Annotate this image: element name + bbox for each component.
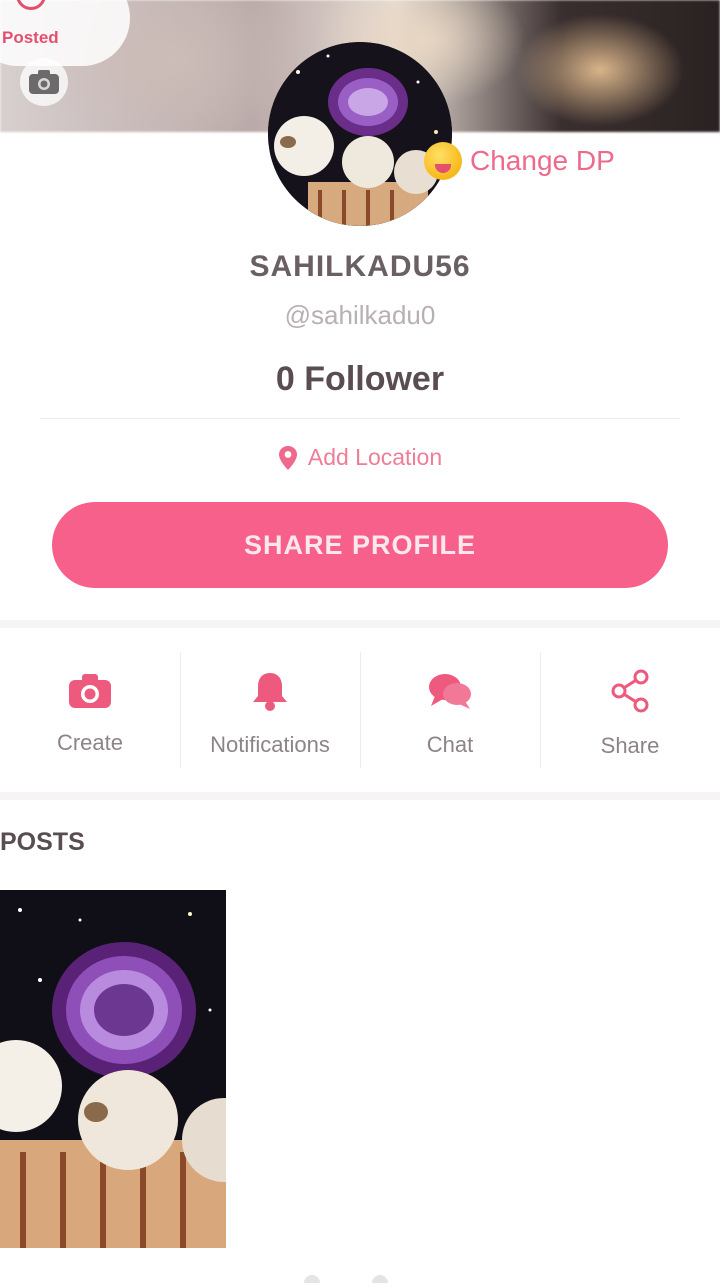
notifications-label: Notifications	[210, 732, 330, 757]
actions-row: Create Notifications Chat Share	[0, 634, 720, 794]
bell-icon	[253, 673, 287, 711]
change-dp-button[interactable]: Change DP	[424, 142, 615, 180]
share-profile-button[interactable]: SHARE PROFILE	[52, 502, 668, 588]
emoji-icon	[424, 142, 462, 180]
share-icon	[611, 669, 649, 713]
chat-bubbles-icon	[429, 674, 471, 709]
profile-avatar[interactable]	[268, 42, 452, 226]
display-name: SAHILKADU56	[249, 250, 471, 283]
section-divider	[0, 792, 720, 800]
posts-section-title: POSTS	[0, 828, 85, 856]
section-divider	[0, 620, 720, 628]
chat-label: Chat	[426, 732, 474, 757]
camera-icon	[69, 674, 111, 708]
location-pin-icon	[278, 445, 297, 470]
notifications-button[interactable]: Notifications	[180, 634, 360, 794]
add-location-label: Add Location	[307, 444, 443, 470]
share-label: Share	[600, 733, 660, 758]
chat-button[interactable]: Chat	[360, 634, 540, 794]
camera-icon	[29, 70, 59, 94]
user-handle: @sahilkadu0	[284, 300, 436, 330]
change-dp-label: Change DP	[470, 145, 615, 176]
follower-count[interactable]: 0 Follower	[0, 360, 720, 399]
create-button[interactable]: Create	[0, 634, 180, 794]
page-indicator	[300, 1270, 420, 1288]
posted-label: Posted	[2, 28, 59, 47]
create-label: Create	[56, 730, 124, 755]
post-thumbnail[interactable]	[0, 890, 226, 1248]
avatar-image	[268, 42, 452, 226]
post-image	[0, 890, 226, 1248]
share-button[interactable]: Share	[540, 634, 720, 794]
divider	[40, 418, 680, 419]
change-cover-button[interactable]	[20, 58, 68, 106]
add-location-button[interactable]: Add Location	[0, 444, 720, 471]
